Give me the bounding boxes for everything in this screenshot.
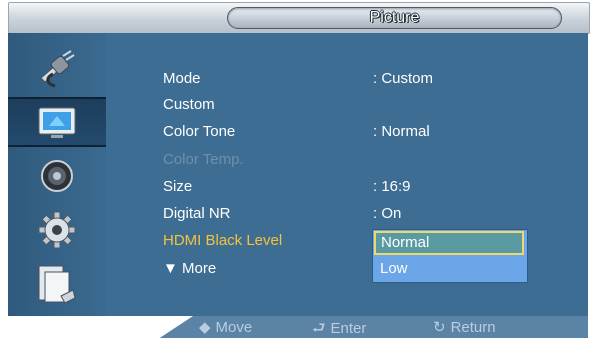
enter-label: Enter (330, 320, 367, 337)
return-label: Return (450, 319, 496, 336)
menu-item-label: Color Tone (163, 123, 236, 140)
menu-item-label: Mode (163, 70, 201, 87)
return-icon: ↻ (433, 319, 446, 336)
enter-icon: ⮐ (312, 320, 326, 337)
menu-item-label: Custom (163, 96, 215, 113)
move-label: Move (215, 319, 253, 336)
multi-screen-icon (38, 265, 76, 304)
menu-item-label: ▼ More (163, 260, 217, 277)
sidebar (8, 33, 106, 318)
sidebar-item-setup[interactable] (8, 205, 106, 255)
menu-item-value: : Normal (373, 123, 430, 140)
menu-panel: Mode : Custom Custom Color Tone : Normal… (8, 33, 588, 318)
page-title: Picture (369, 9, 420, 26)
menu-item-value: : 16:9 (373, 178, 411, 195)
sidebar-item-picture[interactable] (8, 97, 106, 147)
input-plug-icon (40, 50, 75, 88)
dropdown-option-low[interactable]: Low (374, 257, 524, 281)
menu-item-value: : On (373, 205, 402, 222)
menu-item-value: : Custom (373, 70, 434, 87)
footer-bar: ◆ Move ⮐ Enter ↻ Return (8, 316, 588, 338)
title-pill: Picture (227, 7, 562, 29)
dropdown-option-normal[interactable]: Normal (374, 231, 524, 255)
sidebar-item-sound[interactable] (8, 151, 106, 201)
setup-gear-icon (38, 211, 76, 249)
menu-item-label: Size (163, 178, 193, 195)
sound-speaker-icon (41, 160, 73, 192)
menu-item-label: HDMI Black Level (163, 232, 283, 249)
move-hint: ◆ Move (199, 318, 252, 336)
return-hint: ↻ Return (433, 318, 496, 336)
menu-item-label: Color Temp. (163, 151, 244, 168)
hdmi-black-level-dropdown[interactable]: Normal Low (372, 229, 528, 283)
title-bar: Picture (8, 2, 590, 34)
enter-hint: ⮐ Enter (312, 318, 366, 343)
sidebar-item-multi-screen[interactable] (8, 259, 106, 309)
footer-wedge (8, 316, 193, 338)
move-icon: ◆ (199, 319, 211, 336)
picture-icon (38, 107, 76, 138)
sidebar-item-input[interactable] (8, 43, 106, 93)
menu-item-label: Digital NR (163, 205, 231, 222)
